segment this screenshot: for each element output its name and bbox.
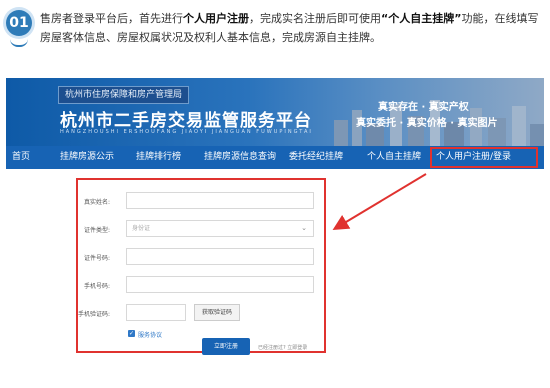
step-text-2: 个人用户注册 (183, 12, 249, 25)
step-text-4: “个人自主挂牌” (381, 12, 462, 25)
step-text-3: ，完成实名注册后即可使用 (249, 12, 381, 25)
step-number-badge: 01 (6, 10, 32, 47)
website-screenshot: 杭州市住房保障和房产管理局 杭州市二手房交易监管服务平台 HANGZHOUSHI… (6, 78, 544, 386)
step-text-1: 售房者登录平台后，首先进行 (40, 12, 183, 25)
step-section: 01 售房者登录平台后，首先进行个人用户注册，完成实名注册后即可使用“个人自主挂… (0, 0, 550, 76)
red-arrow-annotation (332, 173, 427, 231)
step-description: 售房者登录平台后，首先进行个人用户注册，完成实名注册后即可使用“个人自主挂牌”功… (40, 9, 540, 47)
